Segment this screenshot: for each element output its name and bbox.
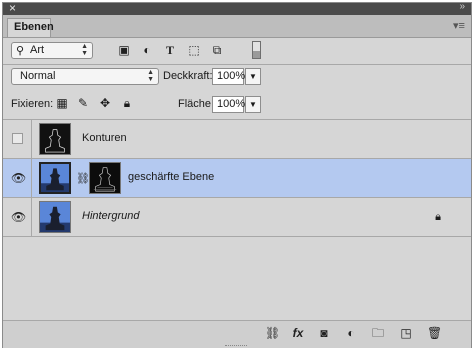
blend-row: Normal ▲ ▼ Deckkraft: 100% ▼ [3,65,471,91]
layer-row-geschaerfte-ebene[interactable]: 👁︎ ⛓ geschärfte Ebene [3,159,471,198]
layer-thumbnail[interactable] [39,123,71,155]
statue-thumbnail-blue [40,202,70,232]
eye-icon[interactable]: 👁︎ [11,211,26,223]
visibility-cell[interactable]: 👁︎ [3,159,32,197]
tab-row: Ebenen ▾≡ [3,15,471,38]
new-layer-icon[interactable]: ◳ [399,326,413,340]
statue-thumbnail-dark [40,124,70,154]
panel-titlebar[interactable]: × » [3,1,471,15]
resize-grip[interactable] [225,345,247,349]
bottom-toolbar: ⛓ fx ◙ ◐ 🗀︎ ◳ 🗑︎ [3,320,471,348]
shape-filter-icon[interactable]: ⬚ [187,44,201,56]
filter-type-label: Art [30,44,45,56]
opacity-dropdown[interactable]: ▼ [245,68,261,85]
layer-row-hintergrund[interactable]: 👁︎ Hintergrund 🔒︎ [3,198,471,237]
statue-thumbnail-blue [41,164,69,192]
visibility-cell[interactable] [3,120,32,158]
tab-ebenen[interactable]: Ebenen [7,18,54,37]
search-icon: ⚲ [16,45,25,57]
collapse-icon[interactable]: » [459,1,464,12]
fx-icon[interactable]: fx [291,326,305,340]
statue-mask-thumbnail [90,163,120,193]
adjustment-filter-icon[interactable]: ◐ [140,44,154,56]
smart-object-filter-icon[interactable]: ⧉ [210,44,224,56]
layer-row-konturen[interactable]: Konturen [3,120,471,159]
fill-dropdown[interactable]: ▼ [245,96,261,113]
blend-mode-value: Normal [20,70,56,82]
layer-name[interactable]: Konturen [82,132,127,144]
filter-toggle[interactable] [252,41,261,59]
layers-panel: × » Ebenen ▾≡ ⚲ Art ▲ ▼ ▣ ◐ T ⬚ ⧉ Normal … [2,1,472,348]
lock-row: Fixieren: ▦ ✎ ✥ 🔒︎ Fläche: 100% ▼ [3,91,471,119]
mask-thumbnail[interactable] [89,162,121,194]
type-filter-icon[interactable]: T [163,44,177,56]
lock-transparent-pixels-icon[interactable]: ▦ [56,97,68,109]
layer-name[interactable]: Hintergrund [82,210,139,222]
layer-name[interactable]: geschärfte Ebene [128,171,214,183]
lock-all-icon[interactable]: 🔒︎ [121,97,133,109]
updown-icon: ▲ ▼ [147,69,154,83]
filter-row: ⚲ Art ▲ ▼ ▣ ◐ T ⬚ ⧉ [3,38,471,65]
image-filter-icon[interactable]: ▣ [117,44,131,56]
fill-label: Fläche: [178,98,215,110]
visibility-cell[interactable]: 👁︎ [3,198,32,236]
new-group-icon[interactable]: 🗀︎ [371,326,385,340]
eye-icon[interactable]: 👁︎ [11,172,26,184]
fill-field[interactable]: 100% [212,96,245,113]
close-icon[interactable]: × [9,1,16,15]
add-mask-icon[interactable]: ◙ [317,326,331,340]
lock-label: Fixieren: [11,98,54,110]
lock-image-pixels-icon[interactable]: ✎ [77,97,89,109]
blend-mode-select[interactable]: Normal ▲ ▼ [11,68,159,85]
lock-icon: 🔒︎ [435,211,441,223]
adjustment-layer-icon[interactable]: ◐ [344,326,358,340]
layer-thumbnail[interactable] [39,162,71,194]
opacity-field[interactable]: 100% [212,68,245,85]
panel-menu-icon[interactable]: ▾≡ [453,21,465,32]
lock-position-icon[interactable]: ✥ [99,97,111,109]
toggle-knob [253,51,260,58]
link-layers-icon[interactable]: ⛓ [265,326,280,340]
layer-thumbnail[interactable] [39,201,71,233]
updown-icon: ▲ ▼ [81,43,88,57]
visibility-off-box[interactable] [12,133,23,144]
opacity-label: Deckkraft: [163,70,213,82]
trash-icon[interactable]: 🗑︎ [427,326,442,340]
filter-type-select[interactable]: ⚲ Art ▲ ▼ [11,42,93,59]
link-icon[interactable]: ⛓ [76,172,90,185]
